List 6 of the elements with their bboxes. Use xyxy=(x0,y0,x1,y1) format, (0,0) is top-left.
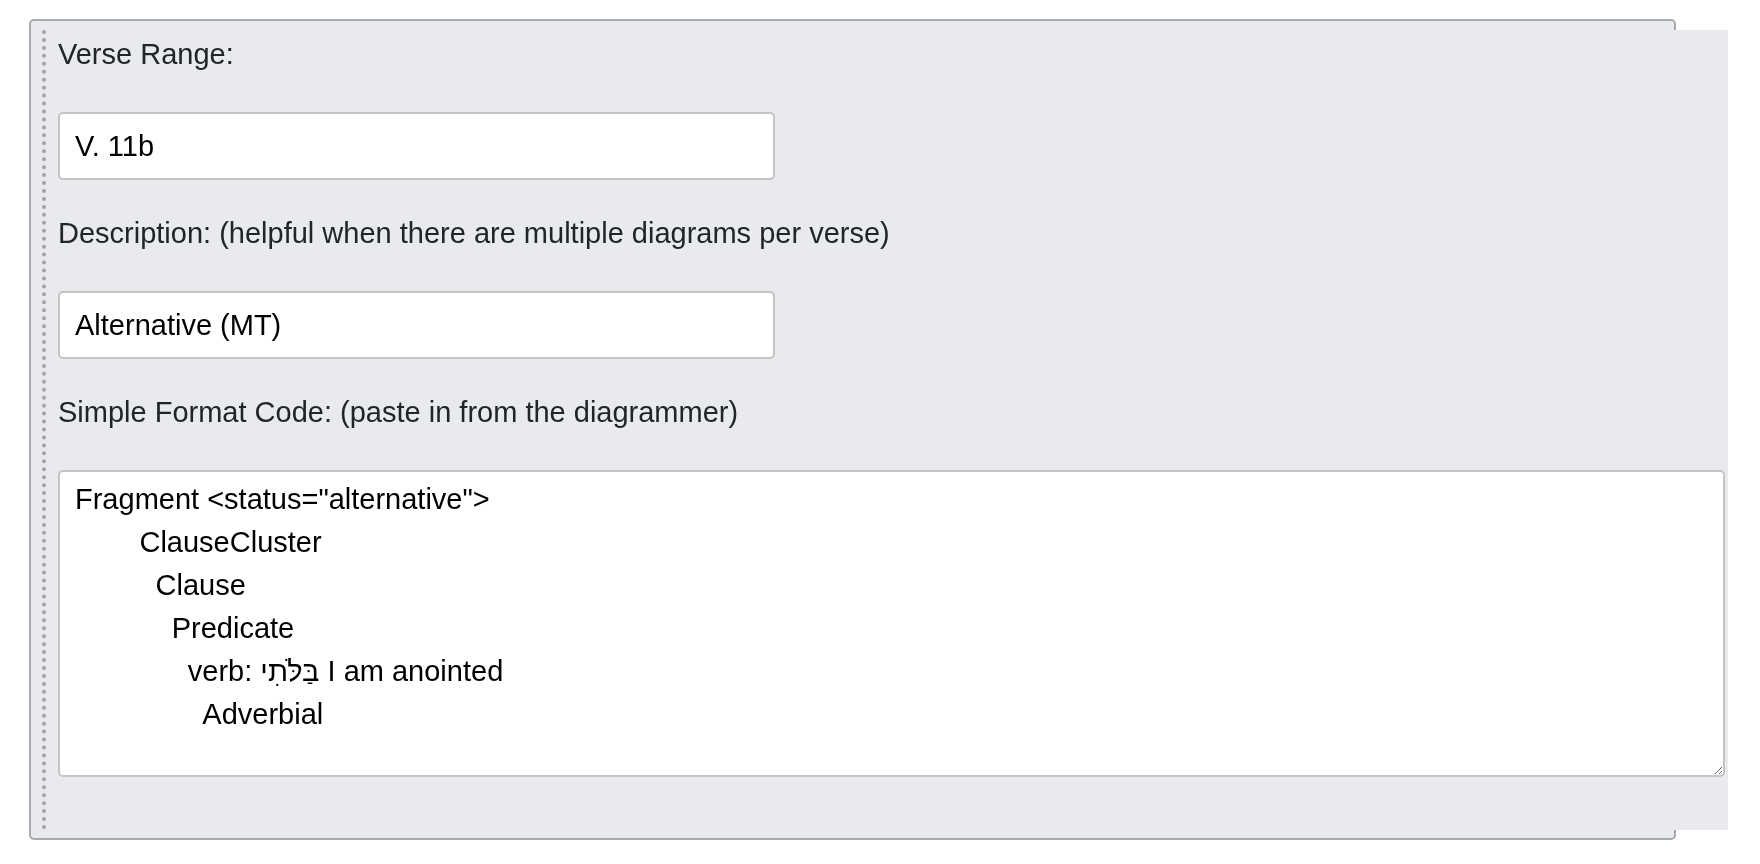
field-label: Verse Range: xyxy=(58,37,235,72)
text-field[interactable]: Alternative (MT) xyxy=(58,291,775,359)
field-label: Simple Format Code: (paste in from the diagrammer) xyxy=(58,395,740,430)
field-label: Description: (helpful when there are multiple diagrams per verse) xyxy=(58,216,891,251)
drag-handle[interactable] xyxy=(42,30,46,830)
text-field[interactable]: V. 11b xyxy=(58,112,775,180)
